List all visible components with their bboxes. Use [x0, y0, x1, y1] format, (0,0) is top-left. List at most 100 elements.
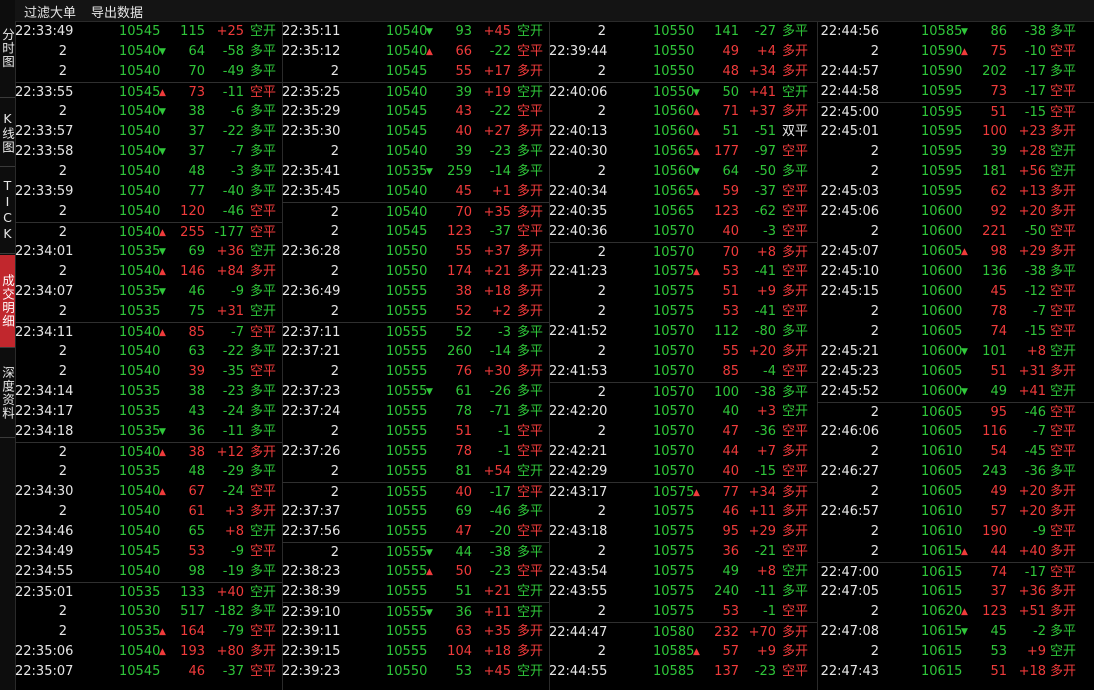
trade-open-interest-change: +8	[756, 245, 776, 260]
trade-open-interest-change: -36	[754, 424, 776, 439]
trade-type: 多开	[250, 264, 277, 279]
trade-type: 空开	[1050, 164, 1077, 179]
trade-detail-grid: 22:33:49 10545 115 +25 空开 2 10540 ▼ 64 -58 多平 2 1054…	[15, 22, 1094, 690]
trade-open-interest-change: +37	[748, 104, 776, 119]
trade-open-interest-change: +8	[224, 524, 244, 539]
trade-open-interest-change: -12	[1024, 284, 1046, 299]
sidebar-tab-1[interactable]: K线图	[0, 98, 15, 167]
trade-open-interest-change: +9	[756, 644, 776, 659]
trade-type: 多平	[250, 424, 277, 439]
trade-row: 2 10540 39 -23 多平	[282, 142, 549, 162]
trade-type: 空平	[1050, 304, 1077, 319]
trade-open-interest-change: -15	[1024, 105, 1046, 120]
trade-row: 22:33:59 10540 77 -40 多平	[15, 182, 282, 202]
trade-open-interest-change: +3	[756, 404, 776, 419]
trade-open-interest-change: -27	[754, 24, 776, 39]
trade-row: 22:35:25 10540 39 +19 空开	[282, 82, 549, 102]
trade-type: 多平	[250, 164, 277, 179]
trade-type: 空开	[1050, 144, 1077, 159]
trade-open-interest-change: +27	[483, 124, 511, 139]
trade-column-0: 22:33:49 10545 115 +25 空开 2 10540 ▼ 64 -58 多平 2 1054…	[15, 22, 283, 690]
trade-type: 多开	[782, 504, 809, 519]
trade-open-interest-change: -71	[489, 404, 511, 419]
trade-row: 22:39:11 10555 63 +35 多开	[282, 622, 549, 642]
trade-column-3: 22:44:56 10585 ▼ 86 -38 多平 2 10590 ▲ 75 -10 空平 22:44…	[817, 22, 1094, 690]
trade-row: 22:33:49 10545 115 +25 空开	[15, 22, 282, 42]
trade-type: 多开	[517, 364, 544, 379]
trade-row: 2 10550 141 -27 多平	[549, 22, 817, 42]
trade-type: 空平	[782, 424, 809, 439]
trade-open-interest-change: -17	[489, 485, 511, 500]
trade-type: 多平	[250, 144, 277, 159]
trade-row: 22:42:21 10570 44 +7 多开	[549, 442, 817, 462]
trade-type: 多开	[517, 624, 544, 639]
filter-large-orders-button[interactable]: 过滤大单	[24, 2, 76, 21]
trade-open-interest-change: -29	[222, 464, 244, 479]
trade-open-interest-change: -45	[1024, 444, 1046, 459]
trade-open-interest-change: -2	[1033, 624, 1046, 639]
trade-type: 空平	[782, 144, 809, 159]
trade-type: 多平	[517, 384, 544, 399]
trade-row: 22:44:57 10590 202 -17 多平	[817, 62, 1094, 82]
trade-type: 空平	[1050, 84, 1077, 99]
trade-row: 22:40:30 10565 ▲ 177 -97 空平	[549, 142, 817, 162]
trade-open-interest-change: -23	[489, 144, 511, 159]
trade-type: 空平	[517, 564, 544, 579]
trade-open-interest-change: -3	[498, 325, 511, 340]
trade-row: 22:43:17 10575 ▲ 77 +34 多开	[549, 482, 817, 502]
trade-row: 22:37:21 10555 260 -14 多平	[282, 342, 549, 362]
trade-open-interest-change: +36	[216, 244, 244, 259]
trade-open-interest-change: -1	[498, 424, 511, 439]
export-data-button[interactable]: 导出数据	[91, 2, 143, 21]
trade-open-interest-change: -24	[222, 404, 244, 419]
trade-open-interest-change: +18	[483, 644, 511, 659]
trade-type: 多开	[782, 284, 809, 299]
trade-row: 22:34:01 10535 ▼ 69 +36 空开	[15, 242, 282, 262]
trade-type: 多开	[1050, 204, 1077, 219]
trade-type: 多平	[250, 44, 277, 59]
trade-open-interest-change: -38	[489, 545, 511, 560]
trade-row: 2 10605 49 +20 多开	[817, 482, 1094, 502]
trade-row: 2 10540 61 +3 多开	[15, 502, 282, 522]
trade-row: 2 10550 174 +21 多开	[282, 262, 549, 282]
trade-type: 多平	[782, 324, 809, 339]
trade-type: 多平	[782, 164, 809, 179]
trade-type: 多平	[250, 64, 277, 79]
trade-row: 22:37:56 10555 47 -20 空平	[282, 522, 549, 542]
trade-type: 双平	[782, 124, 809, 139]
trade-row: 22:42:29 10570 40 -15 空平	[549, 462, 817, 482]
trade-row: 2 10545 123 -37 空平	[282, 222, 549, 242]
trade-type: 空开	[250, 244, 277, 259]
sidebar-tab-2[interactable]: TICK	[0, 166, 15, 254]
trade-row: 22:35:12 10540 ▲ 66 -22 空平	[282, 42, 549, 62]
trade-type: 空平	[517, 104, 544, 119]
sidebar-tab-0[interactable]: 分时图	[0, 0, 15, 98]
trade-open-interest-change: +23	[1018, 124, 1046, 139]
trade-type: 多平	[250, 404, 277, 419]
trade-row: 22:40:13 10560 ▲ 51 -51 双平	[549, 122, 817, 142]
trade-open-interest-change: -37	[754, 184, 776, 199]
sidebar-tab-3[interactable]: 成交明细	[0, 255, 15, 348]
trade-row: 22:40:06 10550 ▼ 50 +41 空开	[549, 82, 817, 102]
trade-open-interest-change: -38	[754, 385, 776, 400]
trade-type: 空平	[1050, 284, 1077, 299]
trade-row: 22:43:18 10575 95 +29 多开	[549, 522, 817, 542]
trade-open-interest-change: -40	[222, 184, 244, 199]
trade-type: 多平	[517, 504, 544, 519]
trade-type: 空平	[1050, 565, 1077, 580]
trade-type: 多开	[782, 344, 809, 359]
trade-row: 2 10570 47 -36 空平	[549, 422, 817, 442]
trade-open-interest-change: +9	[1026, 644, 1046, 659]
trade-open-interest-change: -23	[754, 664, 776, 679]
trade-row: 22:43:55 10575 240 -11 多平	[549, 582, 817, 602]
trade-open-interest-change: -11	[222, 424, 244, 439]
trade-open-interest-change: -19	[222, 564, 244, 579]
trade-type: 多平	[1050, 624, 1077, 639]
trade-open-interest-change: +17	[483, 64, 511, 79]
trade-type: 空开	[250, 524, 277, 539]
trade-row: 22:44:55 10585 137 -23 空平	[549, 662, 817, 682]
trade-type: 空平	[250, 204, 277, 219]
trade-open-interest-change: -3	[763, 224, 776, 239]
trade-row: 2 10540 ▲ 38 +12 多开	[15, 442, 282, 462]
sidebar-tab-4[interactable]: 深度资料	[0, 348, 15, 438]
